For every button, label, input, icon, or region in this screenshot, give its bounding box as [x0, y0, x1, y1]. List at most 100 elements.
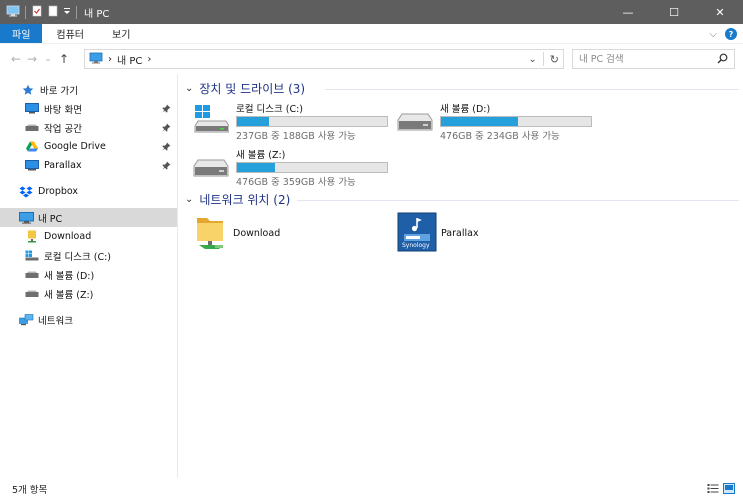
drive-icon	[24, 290, 40, 298]
synology-brand-text: Synology	[402, 242, 430, 249]
network-location-name: Download	[233, 227, 281, 239]
network-location-parallax[interactable]: Synology Parallax	[397, 212, 479, 255]
tab-computer[interactable]: 컴퓨터	[42, 24, 98, 43]
drive-size: 476GB 중 234GB 사용 가능	[440, 131, 560, 142]
nav-label: 새 볼륨 (Z:)	[44, 289, 94, 301]
large-icons-view-button[interactable]	[723, 483, 735, 497]
drive-local-c[interactable]: 로컬 디스크 (C:) 237GB 중 188GB 사용 가능	[193, 101, 393, 142]
search-box[interactable]	[572, 49, 735, 69]
computer-icon	[6, 5, 20, 20]
nav-label: 네트워크	[38, 315, 73, 327]
nav-download[interactable]: Download	[0, 227, 177, 246]
drive-name: 로컬 디스크 (C:)	[236, 104, 303, 115]
nav-label: 작업 공간	[44, 123, 82, 135]
toolbar-divider	[76, 5, 77, 19]
nav-dropbox[interactable]: Dropbox	[0, 182, 177, 201]
nav-label: 새 볼륨 (D:)	[44, 270, 95, 282]
breadcrumb-separator[interactable]: ›	[147, 54, 151, 65]
pin-icon[interactable]	[162, 142, 171, 154]
tab-view[interactable]: 보기	[98, 24, 144, 43]
drive-icon	[397, 113, 433, 134]
nav-this-pc[interactable]: 내 PC	[0, 208, 177, 227]
maximize-button[interactable]: ☐	[651, 0, 697, 24]
nav-network[interactable]: 네트워크	[0, 310, 177, 329]
nav-label: Parallax	[44, 160, 82, 171]
pin-icon[interactable]	[162, 161, 171, 173]
nav-parallax[interactable]: Parallax	[0, 156, 177, 175]
chevron-down-icon[interactable]: ⌄	[185, 83, 193, 94]
content-pane: ⌄ 장치 및 드라이브 (3) 로컬 디스크 (C:) 237GB 중 188G…	[179, 74, 743, 478]
synology-icon: Synology	[397, 212, 437, 255]
chevron-down-icon[interactable]: ⌄	[185, 194, 193, 205]
properties-icon[interactable]	[31, 5, 43, 20]
network-drive-icon	[24, 160, 40, 171]
forward-button[interactable]: →	[24, 52, 40, 66]
nav-google-drive[interactable]: Google Drive	[0, 137, 177, 156]
expand-ribbon-button[interactable]: ⌵	[709, 29, 717, 40]
details-view-button[interactable]	[707, 483, 719, 497]
nav-label: 내 PC	[38, 213, 63, 225]
nav-label: Download	[44, 231, 92, 242]
breadcrumb-this-pc[interactable]: 내 PC	[117, 52, 142, 67]
star-icon	[20, 84, 36, 96]
refresh-button[interactable]: ↻	[550, 53, 559, 66]
recent-locations-button[interactable]: ⌄	[40, 54, 56, 64]
pin-icon[interactable]	[162, 123, 171, 135]
help-button[interactable]: ?	[725, 28, 737, 40]
drive-icon	[24, 124, 40, 132]
nav-volume-d[interactable]: 새 볼륨 (D:)	[0, 265, 177, 284]
nav-quick-access[interactable]: 바로 가기	[0, 80, 177, 99]
nav-local-disk-c[interactable]: 로컬 디스크 (C:)	[0, 246, 177, 265]
group-title: 장치 및 드라이브 (3)	[199, 82, 306, 96]
breadcrumb-separator[interactable]: ›	[108, 54, 112, 65]
toolbar-divider	[25, 5, 26, 19]
network-location-name: Parallax	[441, 227, 479, 239]
drive-icon	[193, 159, 229, 180]
search-icon[interactable]	[717, 53, 728, 67]
drive-usage-bar	[236, 162, 388, 173]
nav-label: 로컬 디스크 (C:)	[44, 251, 111, 263]
ribbon-tabs: 파일 컴퓨터 보기 ⌵ ?	[0, 24, 743, 44]
address-row: ← → ⌄ ↑ › 내 PC › ⌄ ↻	[0, 46, 743, 72]
drive-name: 새 볼륨 (D:)	[440, 104, 491, 115]
drive-size: 476GB 중 359GB 사용 가능	[236, 177, 356, 188]
drive-icon	[24, 271, 40, 279]
item-count: 5개 항목	[12, 485, 48, 496]
back-button[interactable]: ←	[8, 52, 24, 66]
drive-usage-fill	[237, 163, 275, 172]
group-header-devices[interactable]: ⌄ 장치 및 드라이브 (3)	[185, 80, 305, 97]
drive-usage-bar	[440, 116, 592, 127]
nav-volume-z[interactable]: 새 볼륨 (Z:)	[0, 284, 177, 303]
close-button[interactable]: ✕	[697, 0, 743, 24]
drive-size: 237GB 중 188GB 사용 가능	[236, 131, 356, 142]
nav-label: Google Drive	[44, 141, 106, 152]
address-bar[interactable]: › 내 PC › ⌄ ↻	[84, 49, 564, 69]
address-dropdown-button[interactable]: ⌄	[528, 54, 536, 65]
computer-icon	[18, 211, 34, 224]
quick-access-toolbar	[0, 0, 78, 24]
drive-usage-fill	[441, 117, 518, 126]
nav-workspace[interactable]: 작업 공간	[0, 118, 177, 137]
network-icon	[18, 313, 34, 326]
tab-file[interactable]: 파일	[0, 24, 43, 43]
pin-icon[interactable]	[162, 104, 171, 116]
group-divider	[325, 89, 739, 90]
up-button[interactable]: ↑	[56, 52, 72, 66]
search-input[interactable]	[579, 53, 709, 65]
drive-volume-d[interactable]: 새 볼륨 (D:) 476GB 중 234GB 사용 가능	[397, 101, 597, 142]
group-divider	[297, 200, 739, 201]
group-header-network[interactable]: ⌄ 네트워크 위치 (2)	[185, 191, 290, 208]
network-folder-icon	[24, 230, 40, 243]
network-location-download[interactable]: Download	[193, 213, 280, 253]
navigation-pane: 바로 가기 바탕 화면 작업 공간 Google Drive Parallax …	[0, 74, 178, 478]
address-divider	[542, 52, 544, 66]
drive-name: 새 볼륨 (Z:)	[236, 150, 286, 161]
new-folder-icon[interactable]	[47, 5, 59, 20]
nav-desktop[interactable]: 바탕 화면	[0, 99, 177, 118]
drive-volume-z[interactable]: 새 볼륨 (Z:) 476GB 중 359GB 사용 가능	[193, 147, 393, 188]
dropbox-icon	[18, 186, 34, 198]
customize-toolbar-icon[interactable]	[63, 6, 71, 19]
minimize-button[interactable]: —	[605, 0, 651, 24]
desktop-icon	[24, 103, 40, 114]
status-bar: 5개 항목	[0, 479, 743, 499]
